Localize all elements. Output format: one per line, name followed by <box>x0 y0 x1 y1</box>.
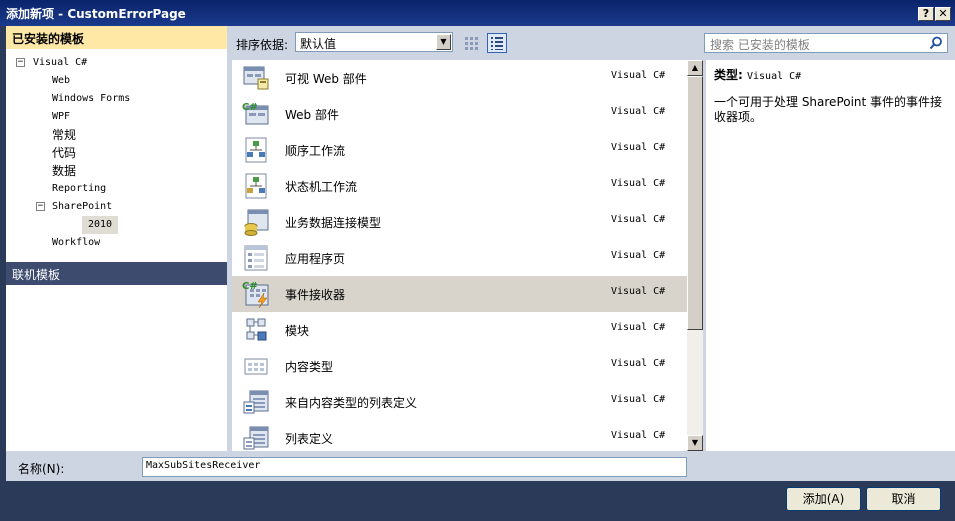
state-machine-workflow-icon <box>245 173 267 199</box>
details-view-icon <box>491 37 503 50</box>
type-label: 类型: <box>714 68 743 82</box>
event-receiver-icon: C# <box>242 281 269 308</box>
template-language: Visual C# <box>611 178 666 189</box>
collapse-icon[interactable]: − <box>36 202 45 211</box>
template-name: 列表定义 <box>285 432 334 446</box>
title-bar: 添加新项 - CustomErrorPage ? ✕ <box>0 0 955 26</box>
close-button[interactable]: ✕ <box>935 7 951 21</box>
template-name: 内容类型 <box>285 360 334 374</box>
template-language: Visual C# <box>611 250 666 261</box>
application-page-icon <box>244 245 268 271</box>
template-item-application-page[interactable]: 应用程序页 Visual C# <box>232 240 687 276</box>
template-language: Visual C# <box>611 430 666 441</box>
add-button[interactable]: 添加(A) <box>786 487 861 511</box>
cancel-button[interactable]: 取消 <box>866 487 941 511</box>
template-description: 一个可用于处理 SharePoint 事件的事件接收器项。 <box>714 95 943 124</box>
small-icons-view-icon <box>465 37 478 50</box>
template-name: 状态机工作流 <box>285 180 358 194</box>
name-input[interactable]: MaxSubSitesReceiver <box>142 457 687 477</box>
tree-node-code[interactable]: 代码 <box>52 144 76 162</box>
svg-text:C#: C# <box>242 281 258 292</box>
template-language: Visual C# <box>611 142 666 153</box>
template-language: Visual C# <box>611 394 666 405</box>
template-name: 可视 Web 部件 <box>285 72 367 86</box>
template-type: 类型: Visual C# <box>714 66 947 83</box>
template-category-pane: 已安装的模板 − Visual C# Web Windows Forms WPF… <box>6 26 227 451</box>
template-name: 应用程序页 <box>285 252 346 266</box>
template-item-visual-web-part[interactable]: 可视 Web 部件 Visual C# <box>232 60 687 96</box>
template-language: Visual C# <box>611 322 666 333</box>
tree-node-2010[interactable]: 2010 <box>82 216 119 234</box>
template-item-web-part[interactable]: C# Web 部件 Visual C# <box>232 96 687 132</box>
list-definition-icon <box>243 426 269 450</box>
sort-by-select[interactable]: 默认值 ▼ <box>295 32 453 52</box>
sort-by-label: 排序依据: <box>236 38 289 52</box>
template-name: 来自内容类型的列表定义 <box>285 396 418 410</box>
module-icon <box>246 318 267 341</box>
template-description-pane: 类型: Visual C# 一个可用于处理 SharePoint 事件的事件接收… <box>706 60 955 451</box>
tree-node-workflow[interactable]: Workflow <box>52 234 100 252</box>
tree-node-wpf[interactable]: WPF <box>52 108 70 126</box>
type-value: Visual C# <box>747 71 802 82</box>
template-list-scrollbar[interactable]: ▲ ▼ <box>687 60 703 451</box>
scroll-down-arrow-icon[interactable]: ▼ <box>687 435 703 451</box>
tree-node-label: SharePoint <box>52 201 113 212</box>
template-item-event-receiver[interactable]: C# 事件接收器 Visual C# <box>232 276 687 312</box>
template-name: 事件接收器 <box>285 288 346 302</box>
template-item-bdc-model[interactable]: 业务数据连接模型 Visual C# <box>232 204 687 240</box>
sequential-workflow-icon <box>245 137 267 163</box>
template-language: Visual C# <box>611 286 666 297</box>
bdc-model-icon <box>244 209 269 236</box>
collapse-icon[interactable]: − <box>16 58 25 67</box>
template-name: 顺序工作流 <box>285 144 346 158</box>
name-label: 名称(N): <box>18 462 65 476</box>
template-name: 业务数据连接模型 <box>285 216 382 230</box>
chevron-down-icon[interactable]: ▼ <box>436 34 451 50</box>
tree-node-windows-forms[interactable]: Windows Forms <box>52 90 130 108</box>
online-templates-header[interactable]: 联机模板 <box>6 262 227 285</box>
small-icons-view-button[interactable] <box>461 33 481 53</box>
web-part-icon: C# <box>242 102 269 125</box>
search-placeholder: 搜索 已安装的模板 <box>710 38 810 52</box>
help-button[interactable]: ? <box>918 7 934 21</box>
sort-by-value: 默认值 <box>300 37 337 51</box>
visual-web-part-icon <box>243 66 269 90</box>
tree-node-reporting[interactable]: Reporting <box>52 180 106 198</box>
dialog-frame: 已安装的模板 − Visual C# Web Windows Forms WPF… <box>0 26 955 521</box>
tree-node-web[interactable]: Web <box>52 72 70 90</box>
template-language: Visual C# <box>611 358 666 369</box>
tree-node-data[interactable]: 数据 <box>52 162 76 180</box>
list-definition-from-content-type-icon <box>243 390 269 414</box>
installed-templates-header[interactable]: 已安装的模板 <box>6 26 227 49</box>
template-name: 模块 <box>285 324 310 338</box>
template-language: Visual C# <box>611 214 666 225</box>
template-item-module[interactable]: 模块 Visual C# <box>232 312 687 348</box>
scrollbar-thumb[interactable] <box>687 76 703 330</box>
tree-node-label: Visual C# <box>33 57 88 68</box>
template-list: 可视 Web 部件 Visual C# C# Web 部件 Visual C# <box>232 60 703 451</box>
template-name: Web 部件 <box>285 108 339 122</box>
scroll-up-arrow-icon[interactable]: ▲ <box>687 60 703 76</box>
template-item-content-type[interactable]: 内容类型 Visual C# <box>232 348 687 384</box>
search-input[interactable]: 搜索 已安装的模板 <box>704 33 948 53</box>
template-language: Visual C# <box>611 70 666 81</box>
template-language: Visual C# <box>611 106 666 117</box>
content-type-icon <box>244 358 268 375</box>
window-title: 添加新项 - CustomErrorPage <box>6 7 186 21</box>
svg-text:C#: C# <box>242 102 258 113</box>
dialog-content: 已安装的模板 − Visual C# Web Windows Forms WPF… <box>6 26 955 481</box>
tree-node-general[interactable]: 常规 <box>52 126 76 144</box>
template-item-state-machine-workflow[interactable]: 状态机工作流 Visual C# <box>232 168 687 204</box>
template-item-list-definition[interactable]: 列表定义 Visual C# <box>232 420 687 451</box>
template-item-list-definition-from-content-type[interactable]: 来自内容类型的列表定义 Visual C# <box>232 384 687 420</box>
search-icon[interactable] <box>929 36 943 50</box>
details-view-button[interactable] <box>487 33 507 53</box>
template-item-sequential-workflow[interactable]: 顺序工作流 Visual C# <box>232 132 687 168</box>
